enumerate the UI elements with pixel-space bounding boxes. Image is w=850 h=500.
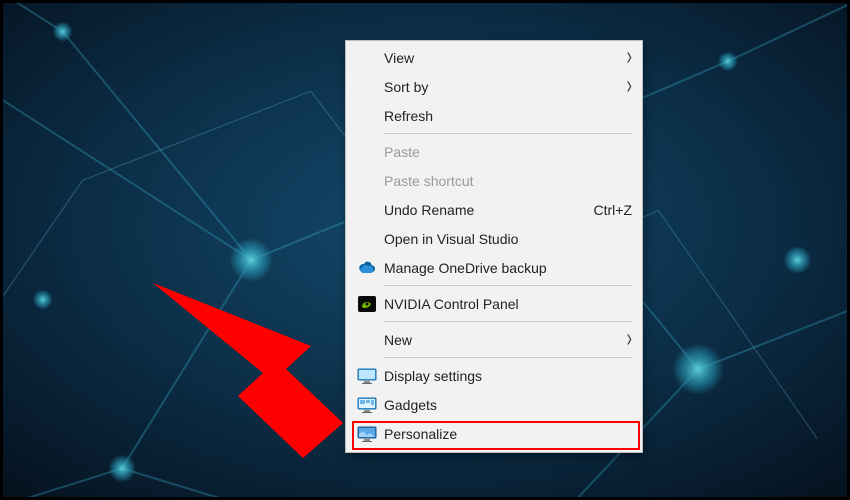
menu-item-label: Gadgets [384,397,632,413]
blank-icon [354,106,380,126]
menu-item-label: View [384,50,618,66]
menu-item-shortcut: Ctrl+Z [594,202,633,218]
menu-item-refresh[interactable]: Refresh [346,101,642,130]
menu-item-sort-by[interactable]: Sort by› [346,72,642,101]
chevron-right-icon: › [618,45,632,71]
menu-item-new[interactable]: New› [346,325,642,354]
menu-item-manage-onedrive-backup[interactable]: Manage OneDrive backup [346,253,642,282]
menu-item-paste-shortcut: Paste shortcut [346,166,642,195]
blank-icon [354,229,380,249]
blank-icon [354,142,380,162]
gadgets-icon [354,395,380,415]
menu-item-label: Paste [384,144,632,160]
menu-item-label: Open in Visual Studio [384,231,632,247]
menu-item-label: Paste shortcut [384,173,632,189]
menu-item-gadgets[interactable]: Gadgets [346,390,642,419]
menu-item-open-in-visual-studio[interactable]: Open in Visual Studio [346,224,642,253]
menu-separator [384,357,632,358]
onedrive-icon [354,258,380,278]
menu-separator [384,321,632,322]
menu-item-label: Manage OneDrive backup [384,260,632,276]
menu-separator [384,285,632,286]
menu-item-view[interactable]: View› [346,43,642,72]
blank-icon [354,171,380,191]
menu-item-label: Sort by [384,79,618,95]
menu-item-label: Personalize [384,426,632,442]
blank-icon [354,77,380,97]
menu-item-nvidia-control-panel[interactable]: NVIDIA Control Panel [346,289,642,318]
menu-item-paste: Paste [346,137,642,166]
menu-item-label: Display settings [384,368,632,384]
personalize-icon [354,424,380,444]
menu-separator [384,133,632,134]
desktop-context-menu: View›Sort by›RefreshPastePaste shortcutU… [345,40,643,453]
chevron-right-icon: › [618,74,632,100]
blank-icon [354,48,380,68]
desktop[interactable]: View›Sort by›RefreshPastePaste shortcutU… [0,0,850,500]
blank-icon [354,200,380,220]
blank-icon [354,330,380,350]
menu-item-personalize[interactable]: Personalize [346,419,642,448]
menu-item-label: Refresh [384,108,632,124]
menu-item-label: NVIDIA Control Panel [384,296,632,312]
nvidia-icon [354,294,380,314]
menu-item-label: New [384,332,618,348]
menu-item-undo-rename[interactable]: Undo Rename Ctrl+Z [346,195,642,224]
menu-item-display-settings[interactable]: Display settings [346,361,642,390]
display-icon [354,366,380,386]
menu-item-label: Undo Rename [384,202,584,218]
chevron-right-icon: › [618,327,632,353]
